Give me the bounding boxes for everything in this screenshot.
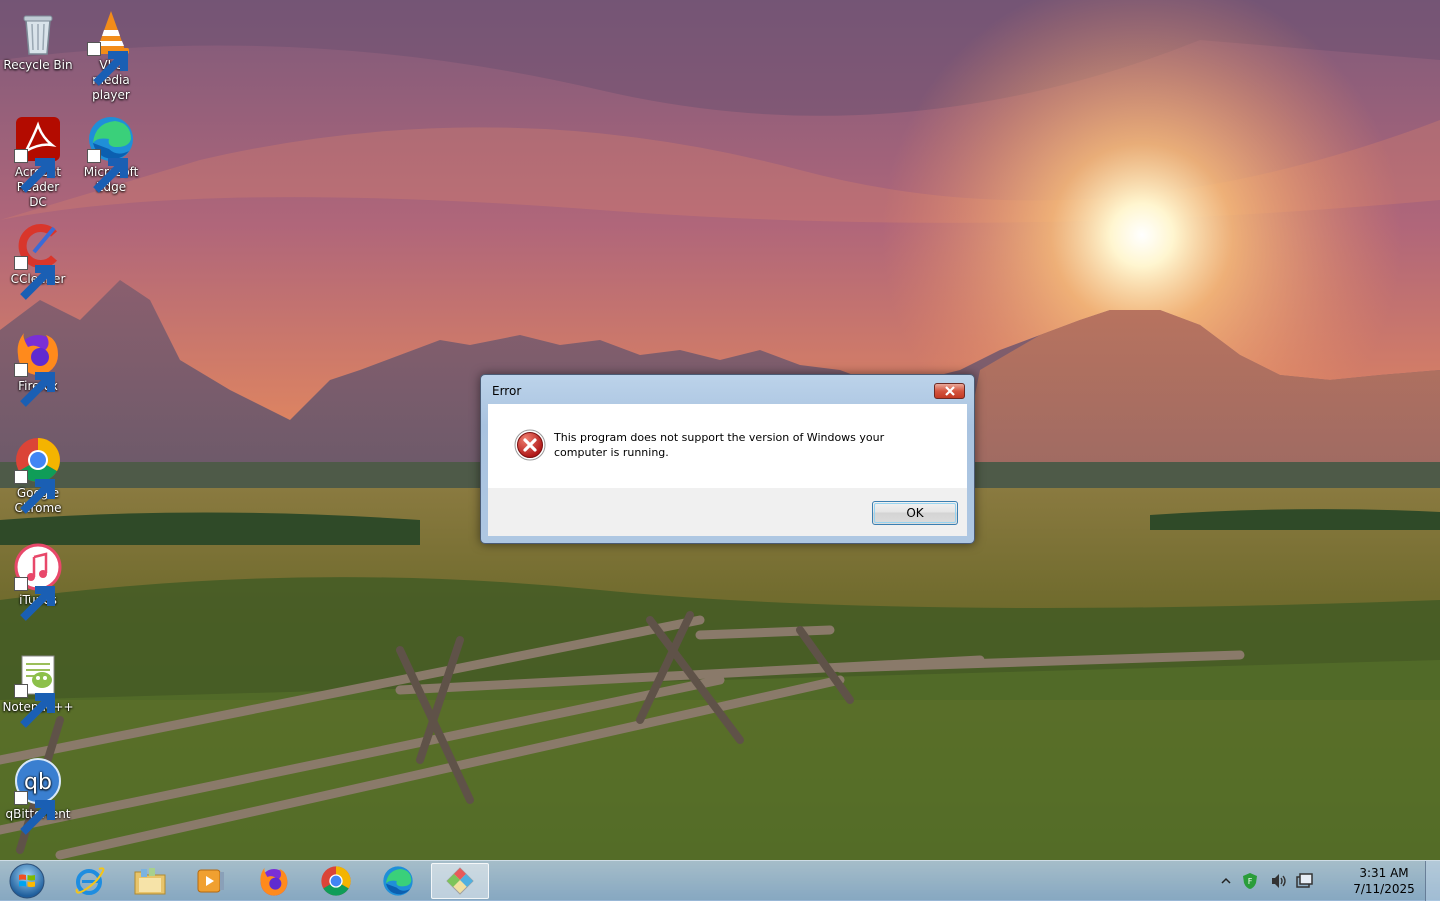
- edge-icon: [87, 115, 135, 193]
- error-icon: [514, 429, 546, 461]
- desktop-icon-notepadpp[interactable]: Notepad++: [0, 646, 76, 728]
- action-center-icon[interactable]: [1296, 873, 1314, 889]
- file-explorer-icon: [134, 868, 166, 895]
- media-player-icon: [197, 869, 224, 893]
- shortcut-arrow-icon: [14, 684, 55, 728]
- show-hidden-icons-chevron[interactable]: [1220, 875, 1232, 887]
- desktop-icon-vlc[interactable]: VLC media player: [73, 4, 149, 103]
- desktop-icon-ccleaner[interactable]: CCleaner: [0, 218, 76, 300]
- taskbar-clock[interactable]: 3:31 AM 7/11/2025: [1350, 865, 1418, 897]
- desktop-icon-acrobat[interactable]: Acrobat Reader DC: [0, 111, 76, 210]
- shortcut-arrow-icon: [14, 256, 55, 300]
- taskbar-media-player[interactable]: [182, 863, 240, 899]
- shortcut-arrow-icon: [14, 149, 55, 193]
- shortcut-arrow-icon: [14, 363, 55, 407]
- desktop-icon-recycle-bin[interactable]: Recycle Bin: [0, 4, 76, 73]
- taskbar-edge[interactable]: [369, 863, 427, 899]
- close-icon: [944, 386, 955, 396]
- desktop-icon-qbittorrent[interactable]: qb qBittorrent: [0, 753, 76, 835]
- desktop-icon-firefox[interactable]: Firefox: [0, 325, 76, 407]
- recycle-bin-icon: [14, 8, 62, 56]
- firefox-icon: [14, 329, 62, 407]
- desktop-icon-label: Recycle Bin: [3, 58, 73, 72]
- itunes-icon: [14, 543, 62, 621]
- desktop-icon-itunes[interactable]: iTunes: [0, 539, 76, 621]
- notepadpp-icon: [14, 650, 62, 728]
- desktop-icon-chrome[interactable]: Google Chrome: [0, 432, 76, 516]
- ccleaner-icon: [14, 222, 62, 300]
- shortcut-arrow-icon: [87, 149, 128, 193]
- start-button[interactable]: [4, 862, 50, 900]
- chrome-icon: [14, 436, 62, 514]
- shortcut-arrow-icon: [87, 42, 128, 86]
- shortcut-arrow-icon: [14, 470, 55, 514]
- dialog-footer: OK: [488, 488, 967, 536]
- dialog-title: Error: [492, 384, 522, 398]
- taskbar-installer-app[interactable]: [431, 863, 489, 899]
- clock-time: 3:31 AM: [1359, 866, 1409, 880]
- acrobat-icon: [14, 115, 62, 193]
- desktop-icon-edge[interactable]: Microsoft Edge: [73, 111, 149, 195]
- ok-button-label: OK: [906, 506, 924, 520]
- taskbar-file-explorer[interactable]: [121, 863, 179, 899]
- internet-explorer-icon: [75, 867, 105, 895]
- clock-date: 7/11/2025: [1353, 882, 1415, 896]
- qbittorrent-icon: qb: [14, 757, 62, 835]
- taskbar-firefox[interactable]: [245, 863, 303, 899]
- shortcut-arrow-icon: [14, 791, 55, 835]
- shortcut-arrow-icon: [14, 577, 55, 621]
- firefox-icon: [260, 867, 288, 896]
- ok-button[interactable]: OK: [872, 501, 958, 525]
- taskbar: F 3:31 AM 7/11/2025: [0, 860, 1440, 901]
- taskbar-chrome[interactable]: [307, 863, 365, 899]
- volume-icon[interactable]: [1270, 873, 1288, 889]
- taskbar-internet-explorer[interactable]: [60, 863, 118, 899]
- svg-text:F: F: [1248, 877, 1253, 886]
- installer-app-icon: [446, 867, 474, 895]
- dialog-body: This program does not support the versio…: [488, 404, 967, 488]
- edge-icon: [383, 866, 413, 896]
- chrome-icon: [321, 866, 351, 896]
- error-dialog: Error This program does not support the …: [480, 374, 975, 544]
- dialog-message: This program does not support the versio…: [554, 431, 885, 459]
- windows-start-icon: [9, 863, 45, 899]
- vlc-icon: [87, 8, 135, 86]
- dialog-close-button[interactable]: [934, 383, 965, 399]
- show-desktop-button[interactable]: [1425, 861, 1440, 901]
- security-shield-icon[interactable]: F: [1242, 872, 1258, 890]
